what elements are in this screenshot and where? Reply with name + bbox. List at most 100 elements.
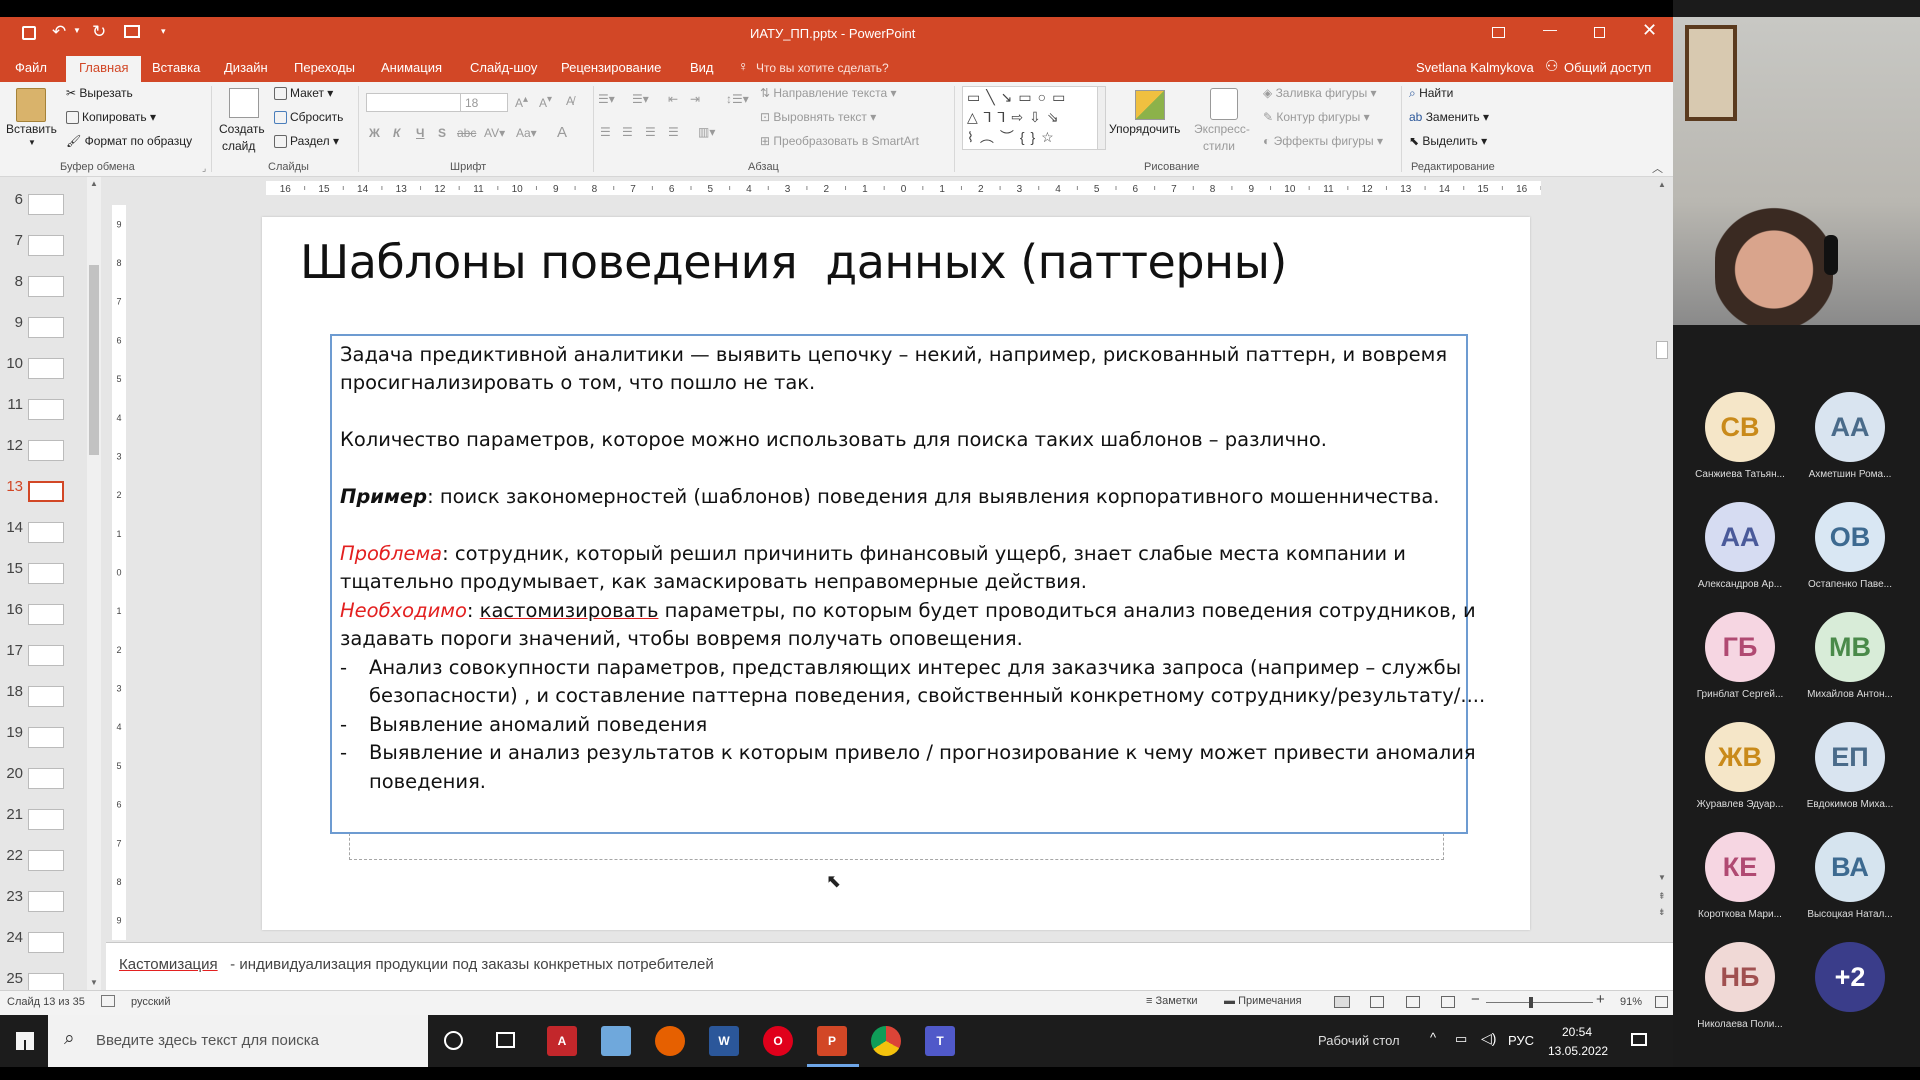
new-slide-button-line2[interactable]: слайд: [222, 139, 255, 153]
decrease-indent-icon[interactable]: ⇤: [668, 92, 678, 106]
thumbnail[interactable]: [28, 522, 64, 543]
text-direction-button[interactable]: ⇅ Направление текста ▾: [760, 86, 897, 100]
participant-avatar[interactable]: ВА: [1815, 832, 1885, 902]
shadow-icon[interactable]: S: [438, 126, 446, 140]
slide-sorter-icon[interactable]: [1370, 996, 1384, 1008]
new-slide-button[interactable]: Создать: [219, 122, 265, 136]
windows-start-icon[interactable]: [16, 1032, 34, 1050]
participant-avatar[interactable]: ОВ: [1815, 502, 1885, 572]
thumbnail-scrollbar[interactable]: ▲ ▼: [87, 177, 101, 990]
align-left-icon[interactable]: ☰: [600, 125, 611, 139]
shape-fill-button[interactable]: ◈ Заливка фигуры ▾: [1263, 86, 1377, 100]
reset-button[interactable]: Сбросить: [274, 110, 343, 125]
arrange-button[interactable]: Упорядочить: [1109, 122, 1180, 136]
taskbar-search-box[interactable]: ⌕ Введите здесь текст для поиска: [48, 1015, 428, 1067]
clear-formatting-icon[interactable]: A̸: [566, 94, 574, 108]
powerpoint-taskbar-icon[interactable]: P: [817, 1026, 847, 1056]
opera-icon[interactable]: O: [763, 1026, 793, 1056]
thumbnail[interactable]: [28, 604, 64, 625]
task-view-icon[interactable]: [496, 1032, 515, 1048]
notepad-icon[interactable]: [601, 1026, 631, 1056]
layout-button[interactable]: Макет ▾: [274, 86, 333, 101]
maximize-icon[interactable]: [1594, 27, 1605, 38]
thumbnail[interactable]: [28, 686, 64, 707]
find-button[interactable]: ⌕ Найти: [1409, 86, 1453, 101]
participant-avatar[interactable]: +2: [1815, 942, 1885, 1012]
teams-icon[interactable]: T: [925, 1026, 955, 1056]
tab-design[interactable]: Дизайн: [224, 60, 268, 75]
smartart-button[interactable]: ⊞ Преобразовать в SmartArt: [760, 134, 919, 148]
previous-slide-icon[interactable]: ⇞: [1658, 891, 1666, 902]
shapes-gallery[interactable]: ▭╲↘▭○▭ △⅂⅂⇨⇩⇘ ⌇︵︶{}☆: [962, 86, 1098, 150]
tab-file[interactable]: Файл: [15, 60, 47, 75]
line-spacing-icon[interactable]: ↕☰▾: [726, 92, 749, 106]
undo-icon[interactable]: ↶: [52, 22, 66, 42]
bullets-icon[interactable]: ☰▾: [598, 92, 615, 106]
new-slide-icon[interactable]: [229, 88, 259, 118]
participant-avatar[interactable]: ГБ: [1705, 612, 1775, 682]
tab-animations[interactable]: Анимация: [381, 60, 442, 75]
change-case-icon[interactable]: Aa▾: [516, 126, 537, 140]
cut-button[interactable]: ✂ Вырезать: [66, 86, 133, 100]
shape-outline-button[interactable]: ✎ Контур фигуры ▾: [1263, 110, 1370, 124]
justify-icon[interactable]: ☰: [668, 125, 679, 139]
minimize-icon[interactable]: —: [1543, 21, 1557, 37]
spacing-icon[interactable]: AV▾: [484, 126, 505, 140]
clipboard-launcher-icon[interactable]: ⌟: [202, 163, 206, 174]
share-button[interactable]: Общий доступ: [1564, 60, 1651, 75]
shapes-gallery-scroll[interactable]: [1097, 86, 1106, 150]
tab-home[interactable]: Главная: [66, 56, 142, 82]
collapse-ribbon-icon[interactable]: ︿: [1652, 160, 1663, 176]
redo-icon[interactable]: ↻: [92, 22, 106, 42]
reading-view-icon[interactable]: [1406, 996, 1420, 1008]
font-name-field[interactable]: [366, 93, 461, 112]
chevron-up-icon[interactable]: ^: [1430, 1030, 1436, 1045]
chrome-icon[interactable]: [871, 1026, 901, 1056]
tab-transitions[interactable]: Переходы: [294, 60, 355, 75]
copy-button[interactable]: Копировать ▾: [66, 110, 156, 125]
zoom-slider-thumb[interactable]: [1529, 997, 1533, 1008]
fit-slide-icon[interactable]: [1655, 996, 1668, 1008]
thumbnail[interactable]: [28, 932, 64, 953]
customize-toolbar-icon[interactable]: ▾: [161, 26, 166, 37]
word-icon[interactable]: W: [709, 1026, 739, 1056]
scroll-thumb[interactable]: [89, 265, 99, 455]
bold-icon[interactable]: Ж: [369, 126, 380, 140]
slideshow-view-icon[interactable]: [1441, 996, 1455, 1008]
scroll-thumb[interactable]: [1656, 341, 1668, 359]
thumbnail[interactable]: [28, 358, 64, 379]
ribbon-display-options-icon[interactable]: [1492, 27, 1505, 38]
close-icon[interactable]: ✕: [1642, 20, 1657, 41]
quick-styles-button-line2[interactable]: стили: [1203, 139, 1235, 153]
numbering-icon[interactable]: ☰▾: [632, 92, 649, 106]
zoom-in-icon[interactable]: +: [1596, 991, 1605, 1008]
tab-slideshow[interactable]: Слайд-шоу: [470, 60, 537, 75]
tab-view[interactable]: Вид: [690, 60, 714, 75]
zoom-level[interactable]: 91%: [1620, 996, 1642, 1008]
input-language[interactable]: РУС: [1508, 1033, 1534, 1048]
notifications-icon[interactable]: [1631, 1033, 1647, 1046]
quick-styles-button[interactable]: Экспресс-: [1194, 122, 1250, 136]
next-slide-icon[interactable]: ⇟: [1658, 907, 1666, 918]
thumbnail[interactable]: [28, 235, 64, 256]
zoom-slider[interactable]: [1486, 997, 1593, 1008]
thumbnail[interactable]: [28, 727, 64, 748]
participant-avatar[interactable]: МВ: [1815, 612, 1885, 682]
zoom-out-icon[interactable]: −: [1471, 991, 1480, 1008]
thumbnail[interactable]: [28, 891, 64, 912]
start-slideshow-icon[interactable]: [124, 25, 140, 38]
volume-icon[interactable]: ◁): [1481, 1030, 1496, 1047]
strikethrough-icon[interactable]: abc: [457, 126, 476, 140]
tab-review[interactable]: Рецензирование: [561, 60, 661, 75]
arrange-icon[interactable]: [1135, 90, 1165, 120]
align-right-icon[interactable]: ☰: [645, 125, 656, 139]
thumbnail[interactable]: [28, 563, 64, 584]
clock-time[interactable]: 20:54: [1562, 1025, 1592, 1039]
thumbnail[interactable]: [28, 399, 64, 420]
slide-title[interactable]: Шаблоны поведения данных (паттерны): [300, 235, 1287, 289]
presenter-video[interactable]: [1673, 17, 1920, 325]
participant-avatar[interactable]: АА: [1705, 502, 1775, 572]
section-button[interactable]: Раздел ▾: [274, 134, 339, 149]
thumbnail[interactable]: [28, 809, 64, 830]
format-painter-button[interactable]: 🖌 Формат по образцу: [66, 134, 192, 148]
